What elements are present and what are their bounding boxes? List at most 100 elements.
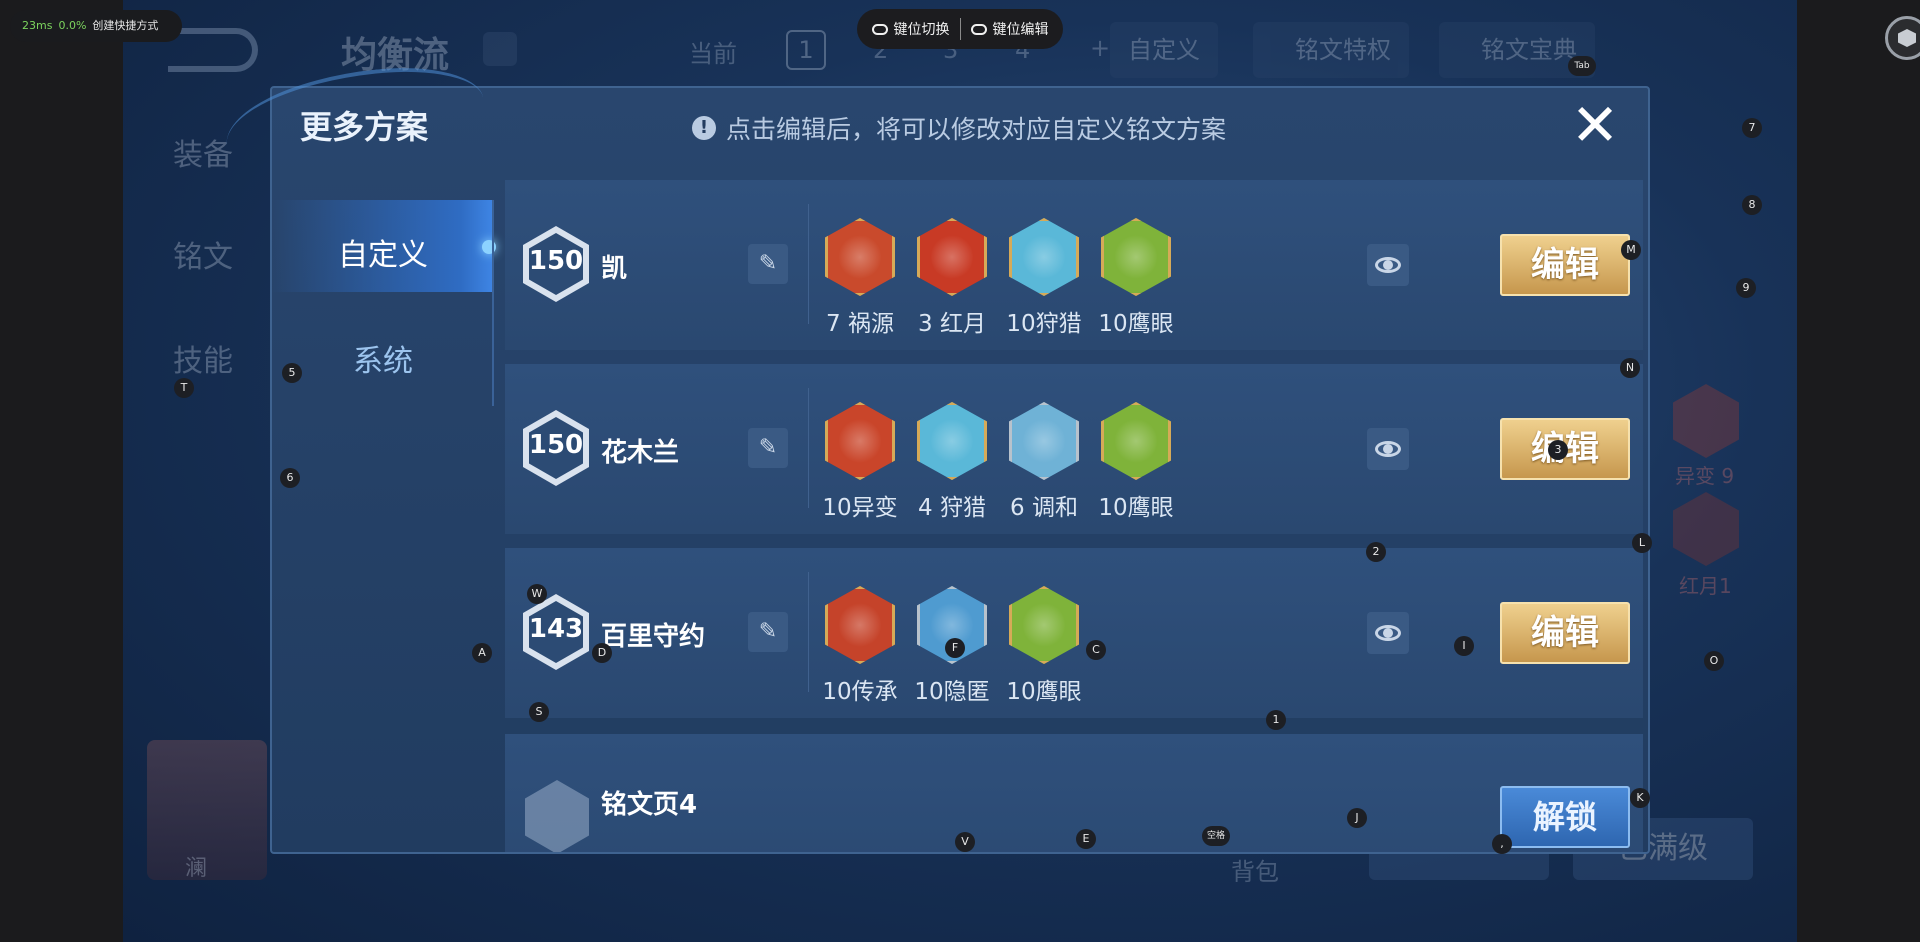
key-hint-badge: D — [592, 643, 612, 663]
plan-type-nav: 自定义 系统 — [272, 200, 496, 400]
plan-row: 143 百里守约 ✎ 编辑 10传承 10隐匿 10鹰眼 — [505, 548, 1643, 718]
edit-button[interactable]: 编辑 — [1500, 234, 1630, 296]
rename-pencil-icon[interactable]: ✎ — [748, 428, 788, 468]
hero-name: 澜 — [185, 856, 208, 881]
level-number: 150 — [528, 430, 584, 460]
privilege-button[interactable]: 铭文特权 — [1253, 22, 1409, 78]
nav-divider — [492, 200, 494, 406]
loss-value: 0.0% — [58, 19, 87, 32]
key-hint-badge: 空格 — [1202, 826, 1230, 846]
side-tab-skills[interactable]: 技能 — [173, 336, 233, 380]
key-hint-badge: S — [529, 702, 549, 722]
key-hint-badge: L — [1632, 533, 1652, 553]
key-hint-badge: I — [1454, 636, 1474, 656]
shortcut-link[interactable]: 创建快捷方式 — [92, 10, 158, 42]
key-hint-badge: 9 — [1736, 278, 1756, 298]
key-hint-badge: 8 — [1742, 195, 1762, 215]
preview-eye-icon[interactable] — [1367, 612, 1409, 654]
rune-icon[interactable] — [825, 402, 895, 480]
key-hint-badge: , — [1492, 834, 1512, 854]
back-icon[interactable] — [168, 28, 258, 72]
key-hint-badge: V — [955, 832, 975, 852]
rune-icon[interactable] — [1009, 402, 1079, 480]
keymap-switch-button[interactable]: 键位切换 — [871, 19, 950, 39]
key-hint-badge: N — [1620, 358, 1640, 378]
rune-icon[interactable] — [1009, 586, 1079, 664]
keymap-divider — [959, 18, 961, 40]
rune-count-label: 10异变 — [822, 495, 898, 521]
right-rune-label: 异变 9 — [1675, 464, 1735, 488]
keymap-edit-label: 键位编辑 — [992, 22, 1049, 38]
key-hint-badge: 6 — [280, 468, 300, 488]
rune-icon[interactable] — [825, 586, 895, 664]
level-number: 143 — [528, 614, 584, 644]
key-hint-badge: T — [174, 378, 194, 398]
nav-tab-custom[interactable]: 自定义 — [272, 230, 494, 274]
rune-count-label: 4 狩猎 — [918, 495, 986, 521]
plan-row: 150 凯 ✎ 编辑 7 祸源 3 红月 10狩猎 10鹰眼 — [505, 180, 1643, 350]
key-hint-badge: M — [1621, 240, 1641, 260]
locked-plan-name: 铭文页4 — [601, 790, 698, 820]
plan-row: 150 花木兰 ✎ 编辑10异变4 狩猎6 调和10鹰眼 — [505, 364, 1643, 534]
bag-label[interactable]: 背包 — [1231, 852, 1279, 887]
key-hint-badge: 1 — [1266, 710, 1286, 730]
rune-icon[interactable] — [917, 402, 987, 480]
modal-title: 更多方案 — [300, 108, 429, 146]
info-icon: ! — [692, 116, 716, 140]
rune-icon[interactable] — [825, 218, 895, 296]
key-hint-badge: W — [527, 584, 547, 604]
right-rune-icon — [1673, 492, 1739, 566]
add-page-button[interactable]: + — [1090, 34, 1110, 62]
key-hint-badge: 7 — [1742, 118, 1762, 138]
key-hint-badge: F — [945, 638, 965, 658]
plan-name: 百里守约 — [601, 622, 706, 652]
preview-eye-icon[interactable] — [1367, 428, 1409, 470]
key-hint-badge: C — [1086, 640, 1106, 660]
rune-count-label: 10鹰眼 — [1098, 311, 1174, 337]
key-hint-badge: 2 — [1366, 542, 1386, 562]
latency-value: 23ms — [22, 19, 53, 32]
gamepad-icon — [871, 23, 888, 35]
unlock-button[interactable]: 解锁 — [1500, 786, 1630, 848]
performance-badge: 23ms 0.0% 创建快捷方式 — [10, 10, 182, 42]
row-divider — [808, 388, 809, 508]
rune-icon[interactable] — [1101, 402, 1171, 480]
nav-tab-system[interactable]: 系统 — [272, 336, 494, 380]
page-tab-1[interactable]: 1 — [786, 30, 826, 70]
rune-icon[interactable] — [1009, 218, 1079, 296]
side-tab-equipment[interactable]: 装备 — [173, 130, 233, 174]
keymap-switch-label: 键位切换 — [893, 22, 950, 38]
key-hint-badge: 5 — [282, 363, 302, 383]
level-number: 150 — [528, 246, 584, 276]
current-label: 当前 — [689, 40, 737, 68]
side-tab-runes[interactable]: 铭文 — [173, 232, 233, 276]
gamepad-icon — [970, 23, 987, 35]
settings-hex-icon[interactable] — [1885, 16, 1920, 60]
plan-list: 150 凯 ✎ 编辑7 祸源3 红月10狩猎10鹰眼 150 花木兰 ✎ 编辑1… — [505, 180, 1643, 852]
rune-count-label: 3 红月 — [918, 311, 986, 337]
preview-eye-icon[interactable] — [1367, 244, 1409, 286]
rename-pencil-icon[interactable]: ✎ — [748, 612, 788, 652]
key-hint-badge: E — [1076, 829, 1096, 849]
keymap-toolbar: 键位切换 键位编辑 — [857, 9, 1063, 49]
keymap-edit-button[interactable]: 键位编辑 — [970, 19, 1049, 39]
rune-icon[interactable] — [917, 218, 987, 296]
grid-icon[interactable] — [483, 32, 517, 66]
key-hint-badge: A — [472, 643, 492, 663]
key-hint-badge: J — [1347, 808, 1367, 828]
plan-name: 凯 — [601, 254, 628, 284]
rune-count-label: 10传承 — [822, 679, 898, 705]
rune-icon[interactable] — [1101, 218, 1171, 296]
rename-pencil-icon[interactable]: ✎ — [748, 244, 788, 284]
edit-button[interactable]: 编辑 — [1500, 602, 1630, 664]
key-hint-badge: Tab — [1568, 56, 1596, 76]
key-hint-badge: O — [1704, 651, 1724, 671]
custom-button[interactable]: 自定义 — [1110, 22, 1218, 78]
key-hint-badge: 3 — [1548, 440, 1568, 460]
row-divider — [808, 204, 809, 324]
right-rune-icon — [1673, 384, 1739, 458]
row-divider — [808, 572, 809, 692]
close-button[interactable]: ✕ — [1570, 96, 1620, 154]
right-rune-label: 红月1 — [1679, 574, 1732, 598]
rune-count-label: 10狩猎 — [1006, 311, 1082, 337]
